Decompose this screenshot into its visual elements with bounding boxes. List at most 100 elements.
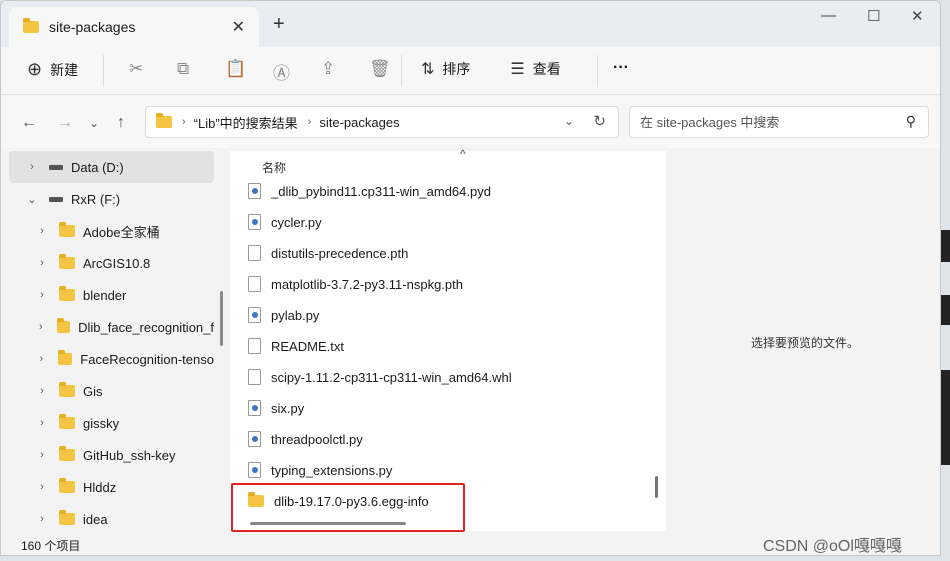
chevron-right-icon[interactable]: › — [308, 116, 312, 128]
minimize-button[interactable]: — — [821, 7, 836, 24]
share-icon[interactable]: ⇪ — [321, 59, 335, 79]
file-row[interactable]: threadpoolctl.py — [248, 425, 363, 453]
folder-icon — [56, 318, 71, 333]
copy-icon[interactable]: ⧉ — [177, 59, 189, 79]
breadcrumb-site-packages[interactable]: site-packages — [319, 115, 399, 130]
sidebar-item[interactable]: › gissky — [9, 407, 214, 439]
address-box[interactable]: › “Lib”中的搜索结果 › site-packages ⌄ ↻ — [145, 106, 619, 138]
sidebar-item-label: Gis — [83, 383, 103, 399]
sort-button[interactable]: ⇅ 排序 ☰ 查看 — [421, 59, 561, 79]
folder-icon — [156, 113, 172, 128]
folder-icon — [59, 510, 75, 525]
file-row[interactable]: matplotlib-3.7.2-py3.11-nspkg.pth — [248, 270, 463, 298]
chevron-right-icon[interactable]: › — [35, 289, 49, 301]
chevron-right-icon[interactable]: › — [35, 449, 49, 461]
file-row[interactable]: distutils-precedence.pth — [248, 239, 408, 267]
navigation-pane: › Data (D:) ⌄ RxR (F:) › Adobe全家桶 › ArcGIS10.8 ›… — [9, 151, 214, 531]
command-bar: ⊕ 新建 ✂ ⧉ 📋 Ⓐ ⇪ 🗑 ⇅ 排序 ☰ 查看 ··· — [1, 47, 940, 95]
plus-circle-icon: ⊕ — [27, 59, 43, 79]
sidebar-item[interactable]: › GitHub_ssh-key — [9, 439, 214, 471]
sidebar-item[interactable]: › FaceRecognition-tenso — [9, 343, 214, 375]
chevron-right-icon[interactable]: › — [35, 417, 49, 429]
delete-icon[interactable]: 🗑 — [369, 59, 391, 79]
file-name: README.txt — [271, 338, 344, 354]
explorer-window: site-packages ✕ + — ☐ ✕ ⊕ 新建 ✂ ⧉ 📋 Ⓐ ⇪ 🗑… — [0, 0, 941, 556]
horizontal-scrollbar[interactable] — [250, 522, 406, 525]
close-window-button[interactable]: ✕ — [911, 7, 924, 25]
chevron-right-icon[interactable]: › — [182, 116, 186, 128]
sidebar-item[interactable]: › blender — [9, 279, 214, 311]
column-header-name[interactable]: 名称 — [262, 159, 286, 176]
file-row[interactable]: pylab.py — [248, 301, 319, 329]
recent-chevron-icon[interactable]: ⌄ — [89, 116, 99, 130]
sidebar-item-label: RxR (F:) — [71, 191, 121, 207]
sidebar-scrollbar[interactable] — [220, 291, 223, 346]
sidebar-item[interactable]: › Hlddz — [9, 471, 214, 503]
refresh-icon[interactable]: ↻ — [593, 112, 606, 130]
sidebar-item[interactable]: ⌄ RxR (F:) — [9, 183, 214, 215]
more-options-icon[interactable]: ··· — [613, 59, 629, 77]
breadcrumb-lib-search[interactable]: “Lib”中的搜索结果 — [194, 113, 298, 132]
sidebar-item-label: ArcGIS10.8 — [83, 255, 151, 271]
chevron-right-icon[interactable]: › — [35, 385, 49, 397]
paste-icon[interactable]: 📋 — [225, 59, 246, 79]
file-row[interactable]: scipy-1.11.2-cp311-cp311-win_amd64.whl — [248, 363, 512, 391]
file-icon — [248, 276, 261, 292]
folder-icon — [59, 382, 75, 397]
preview-empty-text: 选择要预览的文件。 — [751, 336, 860, 350]
chevron-right-icon[interactable]: › — [35, 481, 49, 493]
search-icon[interactable]: ⚲ — [906, 113, 916, 130]
forward-arrow-icon[interactable]: → — [57, 114, 73, 132]
folder-icon — [248, 492, 264, 507]
search-box[interactable]: ⚲ — [629, 106, 929, 138]
file-row[interactable]: typing_extensions.py — [248, 456, 392, 484]
cut-icon[interactable]: ✂ — [129, 59, 143, 79]
chevron-right-icon[interactable]: › — [35, 321, 47, 333]
folder-icon — [57, 350, 73, 365]
rename-icon[interactable]: Ⓐ — [273, 59, 290, 84]
vertical-scrollbar[interactable] — [655, 476, 658, 498]
chevron-right-icon[interactable]: › — [35, 225, 49, 237]
address-dropdown-icon[interactable]: ⌄ — [564, 114, 574, 128]
search-input[interactable] — [640, 114, 890, 130]
maximize-button[interactable]: ☐ — [867, 7, 880, 25]
new-tab-button[interactable]: + — [273, 13, 285, 36]
file-name: scipy-1.11.2-cp311-cp311-win_amd64.whl — [271, 369, 512, 385]
chevron-right-icon[interactable]: › — [35, 257, 49, 269]
file-row[interactable]: dlib-19.17.0-py3.6.egg-info — [248, 487, 429, 515]
file-row[interactable]: six.py — [248, 394, 304, 422]
up-arrow-icon[interactable]: ↑ — [117, 114, 125, 132]
sort-icon: ⇅ — [421, 61, 435, 78]
chevron-right-icon[interactable]: › — [35, 513, 49, 525]
tab-site-packages[interactable]: site-packages ✕ — [9, 7, 259, 47]
chevron-right-icon[interactable]: › — [25, 161, 39, 173]
folder-icon — [59, 222, 75, 237]
file-name: _dlib_pybind11.cp311-win_amd64.pyd — [271, 183, 491, 199]
sidebar-item-label: Dlib_face_recognition_f — [78, 319, 214, 335]
sort-label: 排序 — [442, 61, 471, 77]
divider — [103, 55, 104, 87]
sidebar-item[interactable]: › Data (D:) — [9, 151, 214, 183]
sidebar-item[interactable]: › Adobe全家桶 — [9, 215, 214, 247]
new-button[interactable]: ⊕ 新建 — [27, 59, 78, 80]
watermark: CSDN @oOl嘎嘎嘎 — [763, 538, 902, 555]
chevron-down-icon[interactable]: ⌄ — [25, 193, 39, 206]
close-tab-icon[interactable]: ✕ — [232, 17, 245, 37]
sidebar-item[interactable]: › idea — [9, 503, 214, 531]
sidebar-item[interactable]: › ArcGIS10.8 — [9, 247, 214, 279]
sidebar-item-label: Adobe全家桶 — [83, 224, 160, 240]
file-row[interactable]: _dlib_pybind11.cp311-win_amd64.pyd — [248, 177, 491, 205]
sidebar-item[interactable]: › Gis — [9, 375, 214, 407]
folder-icon — [59, 446, 75, 461]
sidebar-item-label: gissky — [83, 415, 120, 431]
preview-pane: 选择要预览的文件。 — [666, 151, 940, 531]
back-arrow-icon[interactable]: ← — [21, 114, 37, 132]
file-row[interactable]: cycler.py — [248, 208, 322, 236]
file-icon — [248, 245, 261, 261]
sort-ascending-icon: ^ — [460, 147, 466, 161]
file-row[interactable]: README.txt — [248, 332, 344, 360]
file-icon — [248, 369, 261, 385]
chevron-right-icon[interactable]: › — [35, 353, 48, 365]
file-icon — [248, 338, 261, 354]
sidebar-item[interactable]: › Dlib_face_recognition_f — [9, 311, 214, 343]
